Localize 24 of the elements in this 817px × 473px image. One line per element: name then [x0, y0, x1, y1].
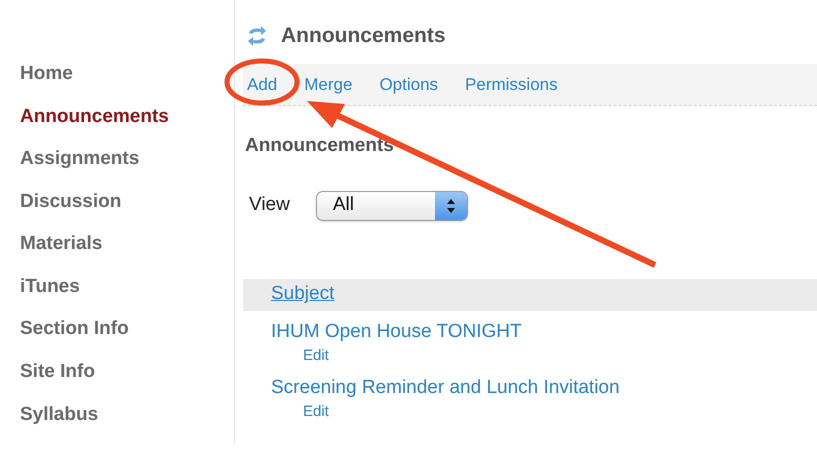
sidebar-item[interactable]: Site Info	[20, 358, 234, 400]
view-label: View	[249, 193, 290, 218]
edit-link[interactable]: Edit	[271, 400, 329, 422]
toolbar-link[interactable]: Permissions	[465, 72, 558, 98]
page-title: Announcements	[281, 23, 446, 50]
edit-link[interactable]: Edit	[271, 344, 329, 366]
announcement-link[interactable]: Screening Reminder and Lunch Invitation	[271, 374, 817, 400]
toolbar-link[interactable]: Merge	[304, 72, 352, 98]
refresh-icon[interactable]	[247, 25, 267, 47]
toolbar-link[interactable]: Options	[379, 72, 438, 98]
sidebar-item[interactable]: iTunes	[20, 272, 234, 316]
section-heading: Announcements	[244, 134, 395, 158]
toolbar-link[interactable]: Add	[247, 72, 278, 98]
column-header[interactable]: Subject	[271, 280, 334, 309]
announcement-link[interactable]: IHUM Open House TONIGHT	[271, 318, 817, 344]
sidebar-item[interactable]: Syllabus	[20, 400, 234, 444]
sidebar-item[interactable]: Section Info	[20, 315, 234, 358]
sidebar-item[interactable]: Home	[20, 60, 234, 103]
sidebar-item[interactable]: Announcements	[20, 102, 234, 146]
sidebar-item[interactable]: Assignments	[20, 145, 234, 188]
sidebar-item[interactable]: Discussion	[20, 188, 234, 230]
view-select[interactable]: All	[316, 190, 468, 220]
sidebar-item[interactable]: Materials	[20, 230, 234, 273]
stepper-icon	[446, 196, 456, 214]
